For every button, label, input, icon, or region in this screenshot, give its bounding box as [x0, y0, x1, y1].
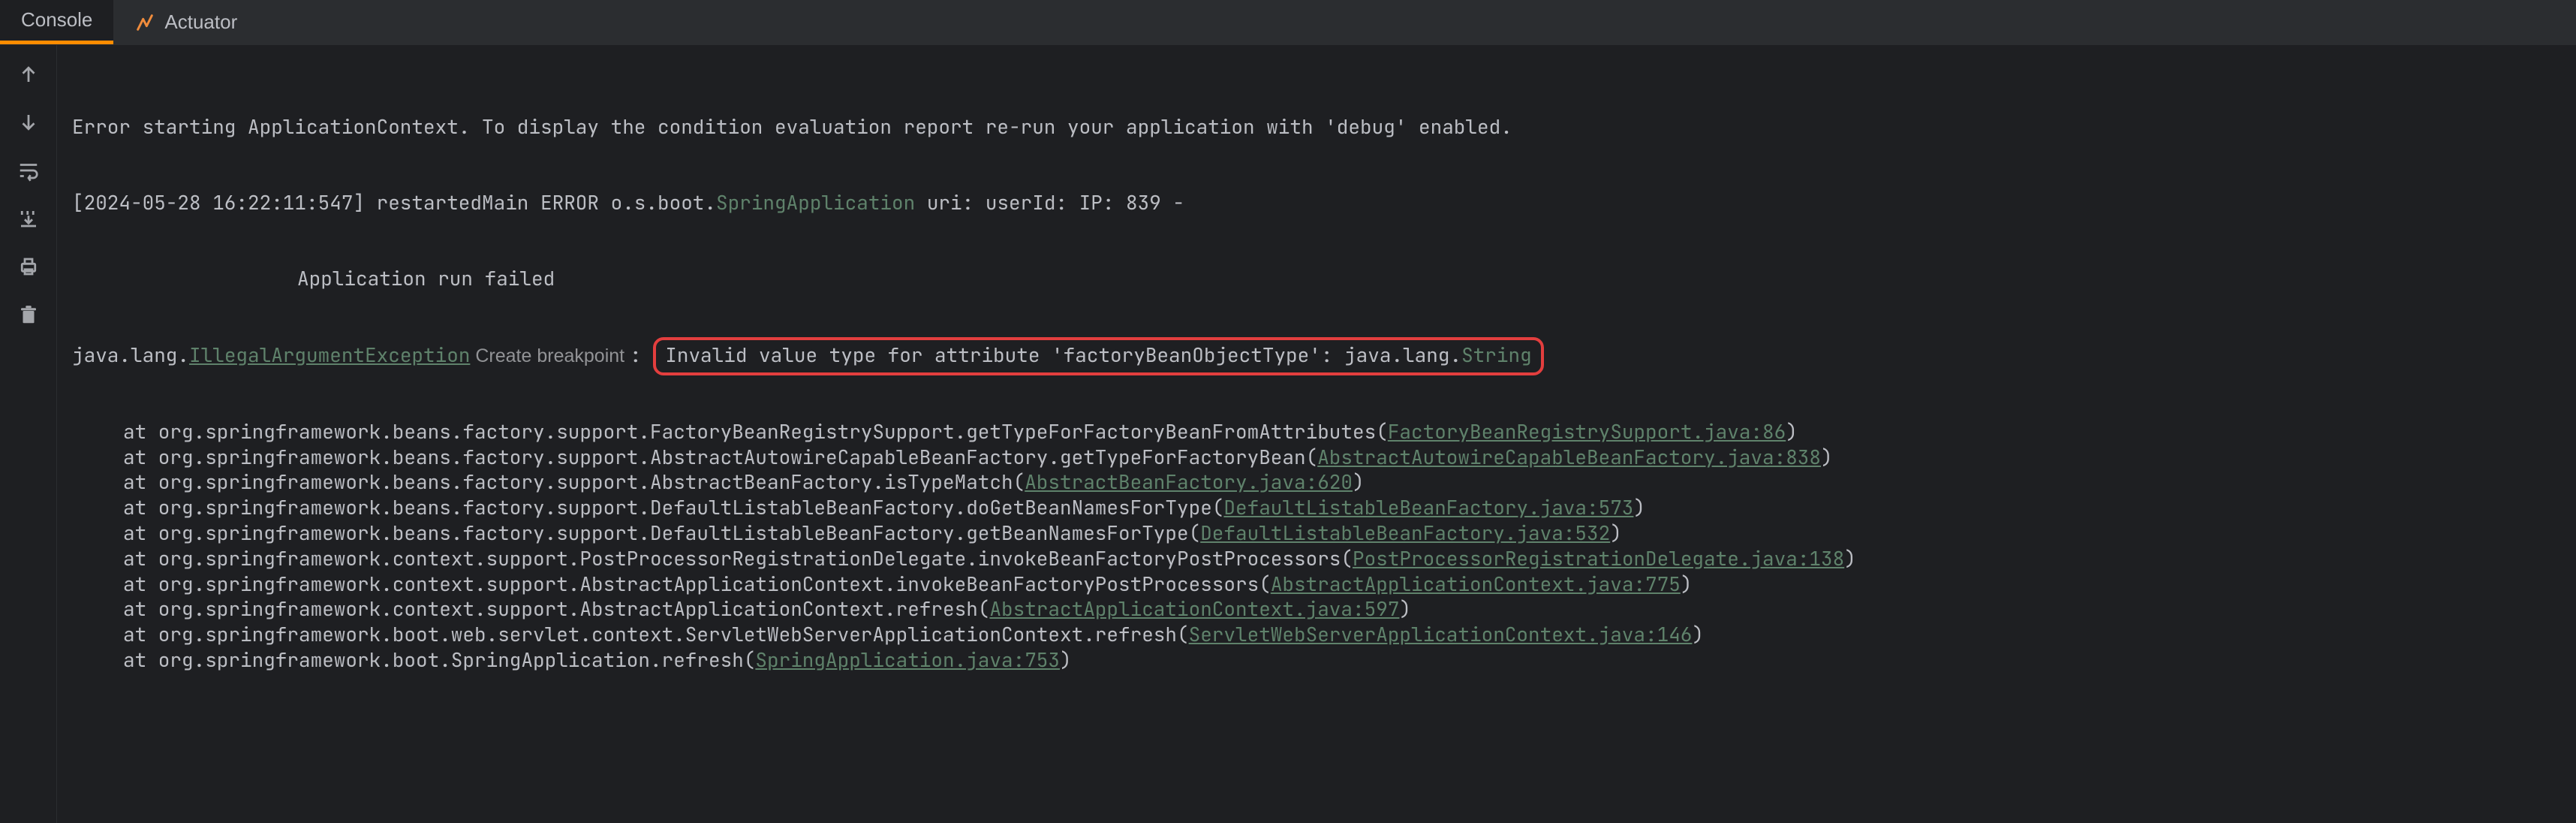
tool-tabs: Console Actuator: [0, 0, 2576, 45]
trash-icon[interactable]: [17, 303, 40, 326]
source-link[interactable]: SpringApplication.java:753: [755, 647, 1060, 673]
actuator-icon: [134, 12, 155, 33]
stack-frame: at org.springframework.context.support.A…: [72, 596, 1856, 622]
source-link[interactable]: PostProcessorRegistrationDelegate.java:1…: [1353, 545, 1844, 571]
stack-frame: at org.springframework.beans.factory.sup…: [72, 495, 1856, 520]
stack-frame-method: at org.springframework.beans.factory.sup…: [123, 494, 1223, 520]
stack-frame: at org.springframework.boot.web.servlet.…: [72, 622, 1856, 647]
source-link[interactable]: DefaultListableBeanFactory.java:532: [1200, 520, 1610, 546]
print-icon[interactable]: [17, 255, 40, 278]
stack-frame: at org.springframework.beans.factory.sup…: [72, 445, 1856, 470]
stack-frame: at org.springframework.beans.factory.sup…: [72, 419, 1856, 445]
console-output[interactable]: Error starting ApplicationContext. To di…: [57, 45, 1871, 823]
console-gutter: [0, 45, 57, 823]
source-link[interactable]: AbstractAutowireCapableBeanFactory.java:…: [1317, 444, 1821, 470]
log-line: Error starting ApplicationContext. To di…: [72, 114, 1856, 140]
tab-actuator[interactable]: Actuator: [113, 0, 258, 44]
source-link[interactable]: DefaultListableBeanFactory.java:573: [1223, 494, 1633, 520]
stack-frame-method: at org.springframework.beans.factory.sup…: [123, 469, 1025, 495]
arrow-up-icon[interactable]: [17, 63, 40, 86]
source-link[interactable]: FactoryBeanRegistrySupport.java:86: [1388, 418, 1786, 445]
exception-line: java.lang.IllegalArgumentException Creat…: [72, 342, 1856, 369]
source-link[interactable]: AbstractBeanFactory.java:620: [1025, 469, 1353, 495]
stack-frame: at org.springframework.beans.factory.sup…: [72, 520, 1856, 546]
exception-class-link[interactable]: IllegalArgumentException: [189, 342, 470, 368]
tab-console[interactable]: Console: [0, 0, 113, 44]
create-breakpoint[interactable]: Create breakpoint: [470, 345, 630, 366]
stack-frame-method: at org.springframework.context.support.A…: [123, 595, 989, 622]
stack-frame-method: at org.springframework.beans.factory.sup…: [123, 520, 1200, 546]
stack-frame: at org.springframework.beans.factory.sup…: [72, 469, 1856, 495]
stack-frame-method: at org.springframework.boot.web.servlet.…: [123, 621, 1189, 647]
error-highlight: Invalid value type for attribute 'factor…: [653, 337, 1543, 375]
stack-frame-method: at org.springframework.beans.factory.sup…: [123, 444, 1317, 470]
log-line: Application run failed: [72, 266, 1856, 291]
log-line: [2024-05-28 16:22:11:547] restartedMain …: [72, 190, 1856, 216]
stack-frame-method: at org.springframework.boot.SpringApplic…: [123, 647, 755, 673]
stack-frame: at org.springframework.context.support.A…: [72, 571, 1856, 597]
source-link[interactable]: AbstractApplicationContext.java:775: [1271, 571, 1681, 597]
stack-frame-method: at org.springframework.beans.factory.sup…: [123, 418, 1388, 445]
stack-frame: at org.springframework.boot.SpringApplic…: [72, 647, 1856, 673]
scroll-to-end-icon[interactable]: [17, 207, 40, 230]
soft-wrap-icon[interactable]: [17, 159, 40, 182]
tab-actuator-label: Actuator: [164, 10, 237, 35]
stack-frame-method: at org.springframework.context.support.A…: [123, 571, 1271, 597]
source-link[interactable]: ServletWebServerApplicationContext.java:…: [1189, 621, 1693, 647]
tab-console-label: Console: [21, 8, 92, 33]
stack-frame: at org.springframework.context.support.P…: [72, 546, 1856, 571]
stack-frame-method: at org.springframework.context.support.P…: [123, 545, 1353, 571]
source-link[interactable]: AbstractApplicationContext.java:597: [989, 595, 1399, 622]
console-body: Error starting ApplicationContext. To di…: [0, 45, 2576, 823]
arrow-down-icon[interactable]: [17, 111, 40, 134]
